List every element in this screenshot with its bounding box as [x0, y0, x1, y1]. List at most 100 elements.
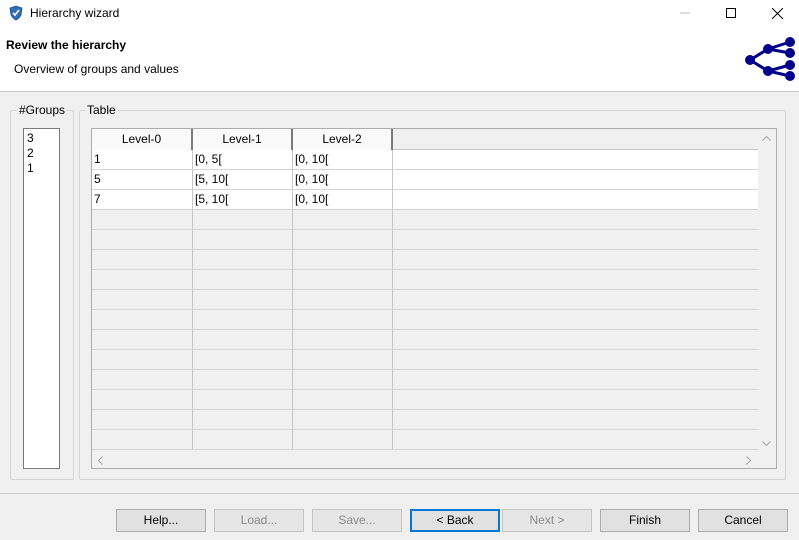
hierarchy-table[interactable]: Level-0 Level-1 Level-2 1 [0, 5[[0, 10[5[… — [91, 128, 777, 469]
scroll-left-icon[interactable] — [97, 456, 103, 468]
table-cell — [193, 230, 293, 249]
back-button[interactable]: < Back — [410, 509, 500, 532]
maximize-icon[interactable] — [708, 0, 754, 26]
table-cell — [293, 370, 393, 389]
table-empty-row — [92, 210, 758, 230]
table-filler-cell — [393, 410, 758, 429]
table-filler-cell — [393, 350, 758, 369]
table-cell[interactable]: [5, 10[ — [193, 190, 293, 209]
table-cell — [193, 310, 293, 329]
table-cell — [92, 270, 193, 289]
scroll-up-icon[interactable] — [762, 133, 771, 144]
table-cell — [293, 310, 393, 329]
load-button[interactable]: Load... — [214, 509, 304, 532]
table-cell — [92, 230, 193, 249]
table-cell — [193, 290, 293, 309]
table-cell — [92, 310, 193, 329]
table-cell — [193, 430, 293, 449]
table-empty-row — [92, 250, 758, 270]
table-empty-row — [92, 370, 758, 390]
table-empty-row — [92, 410, 758, 430]
table-filler-cell — [393, 210, 758, 229]
table-filler-cell — [393, 230, 758, 249]
table-cell — [193, 270, 293, 289]
title-bar: Hierarchy wizard — [0, 0, 799, 26]
table-cell[interactable]: 1 — [92, 150, 193, 169]
table-cell — [92, 350, 193, 369]
scroll-right-icon[interactable] — [746, 456, 752, 468]
table-cell[interactable]: 7 — [92, 190, 193, 209]
next-button[interactable]: Next > — [502, 509, 592, 532]
table-cell — [293, 390, 393, 409]
groups-list-item[interactable]: 3 — [27, 131, 59, 146]
bottom-divider — [0, 493, 799, 494]
save-button[interactable]: Save... — [312, 509, 402, 532]
column-header-level-0[interactable]: Level-0 — [92, 129, 193, 150]
table-cell[interactable]: [0, 5[ — [193, 150, 293, 169]
column-header-level-2[interactable]: Level-2 — [293, 129, 393, 150]
table-cell — [92, 410, 193, 429]
table-cell — [193, 370, 293, 389]
minimize-icon[interactable] — [662, 0, 708, 26]
table-cell — [193, 390, 293, 409]
groups-list-item[interactable]: 1 — [27, 161, 59, 176]
table-empty-row — [92, 330, 758, 350]
close-icon[interactable] — [754, 0, 799, 26]
table-cell — [92, 210, 193, 229]
table-cell — [193, 350, 293, 369]
table-filler-cell — [393, 430, 758, 449]
cancel-button[interactable]: Cancel — [698, 509, 788, 532]
table-filler-cell — [393, 390, 758, 409]
table-label: Table — [85, 103, 118, 117]
table-empty-row — [92, 310, 758, 330]
table-cell[interactable]: [0, 10[ — [293, 170, 393, 189]
table-cell — [293, 350, 393, 369]
table-filler-cell — [393, 270, 758, 289]
table-cell — [92, 330, 193, 349]
table-filler-cell — [393, 310, 758, 329]
table-cell — [92, 370, 193, 389]
table-cell[interactable]: [0, 10[ — [293, 150, 393, 169]
table-filler-cell — [393, 250, 758, 269]
table-cell — [293, 250, 393, 269]
table-empty-row — [92, 230, 758, 250]
column-header-level-1[interactable]: Level-1 — [193, 129, 293, 150]
table-row[interactable]: 1 [0, 5[[0, 10[ — [92, 150, 758, 170]
table-filler-cell — [393, 330, 758, 349]
table-cell — [92, 430, 193, 449]
table-cell — [293, 330, 393, 349]
table-cell — [293, 290, 393, 309]
table-header: Level-0 Level-1 Level-2 — [92, 129, 758, 150]
table-row[interactable]: 7 [5, 10[[0, 10[ — [92, 190, 758, 210]
table-empty-row — [92, 290, 758, 310]
horizontal-scrollbar[interactable] — [92, 452, 758, 468]
scroll-down-icon[interactable] — [762, 439, 771, 450]
table-empty-row — [92, 350, 758, 370]
table-cell[interactable]: 5 — [92, 170, 193, 189]
table-cell — [293, 210, 393, 229]
app-shield-icon — [8, 5, 24, 21]
table-cell — [293, 430, 393, 449]
page-title: Review the hierarchy — [6, 38, 127, 52]
table-cell — [193, 210, 293, 229]
wizard-header: Review the hierarchy Overview of groups … — [0, 26, 799, 92]
table-filler-cell — [393, 150, 758, 169]
table-filler-cell — [393, 190, 758, 209]
vertical-scrollbar[interactable] — [758, 129, 776, 452]
groups-label: #Groups — [17, 103, 68, 117]
table-row[interactable]: 5 [5, 10[[0, 10[ — [92, 170, 758, 190]
groups-list[interactable]: 3 2 1 — [23, 128, 60, 469]
table-filler-cell — [393, 170, 758, 189]
hierarchy-tree-icon — [738, 30, 798, 88]
table-cell[interactable]: [0, 10[ — [293, 190, 393, 209]
table-cell — [293, 410, 393, 429]
help-button[interactable]: Help... — [116, 509, 206, 532]
finish-button[interactable]: Finish — [600, 509, 690, 532]
table-cell — [293, 230, 393, 249]
table-cell[interactable]: [5, 10[ — [193, 170, 293, 189]
table-cell — [293, 270, 393, 289]
groups-list-item[interactable]: 2 — [27, 146, 59, 161]
table-cell — [193, 250, 293, 269]
scrollbar-corner — [758, 452, 776, 468]
table-empty-row — [92, 270, 758, 290]
